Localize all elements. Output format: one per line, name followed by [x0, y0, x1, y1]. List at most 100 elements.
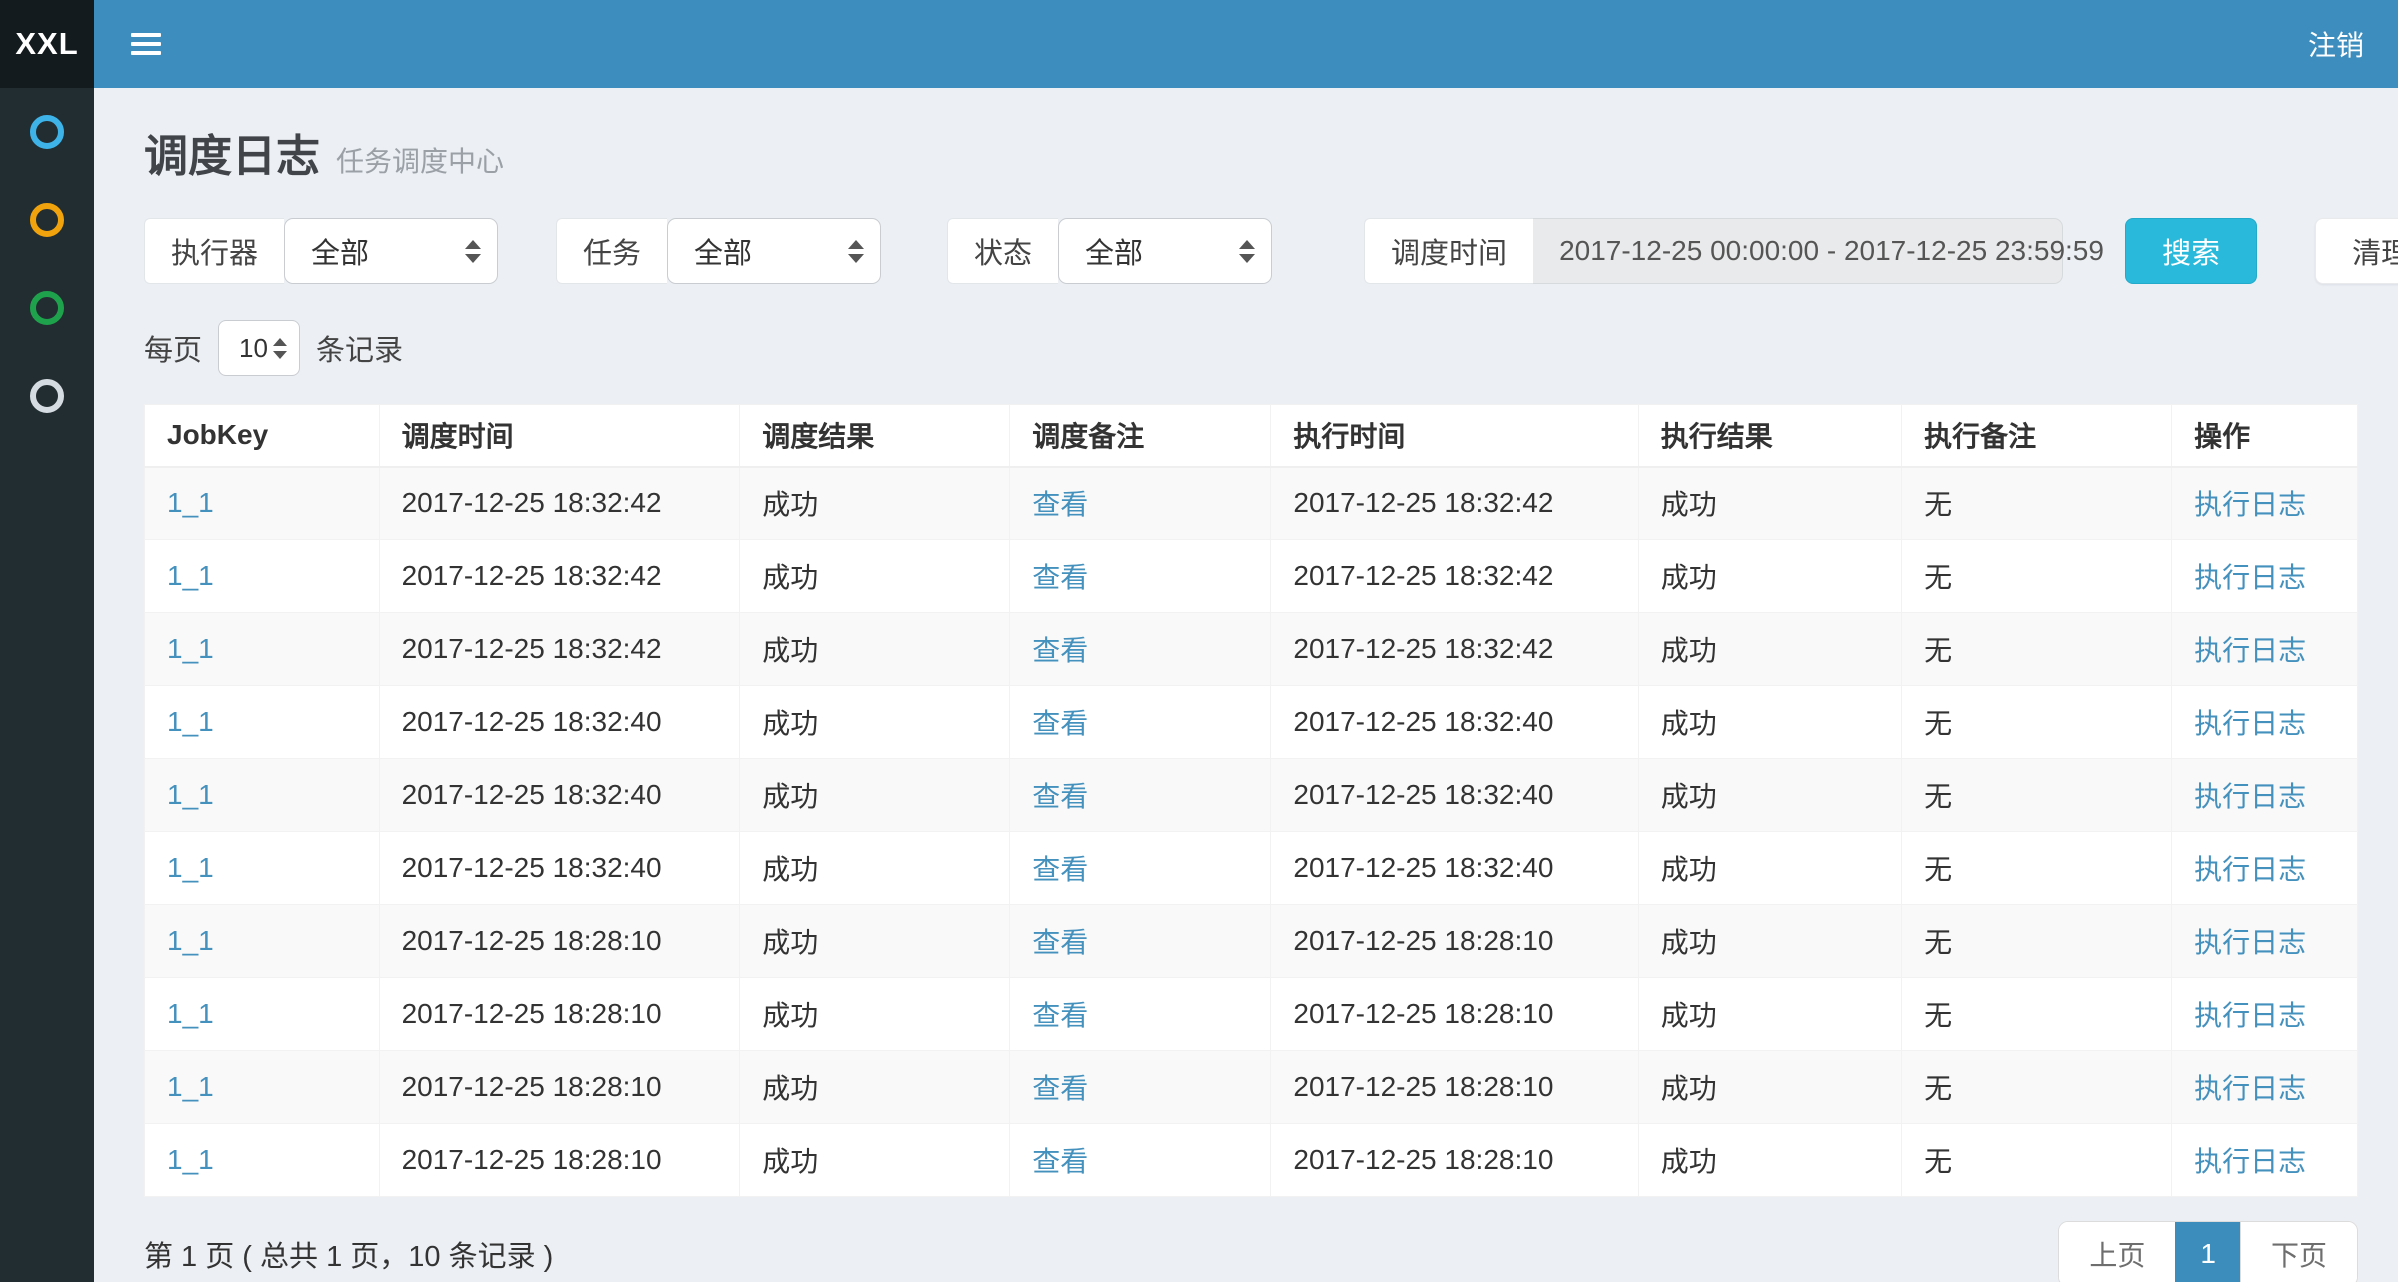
jobkey-link[interactable]: 1_1	[167, 560, 214, 591]
handle-msg-cell: 无	[1902, 832, 2172, 905]
table-cell: 执行日志	[2172, 832, 2358, 905]
table-cell: 执行日志	[2172, 759, 2358, 832]
handle-result-cell: 成功	[1638, 1124, 1901, 1197]
exec-log-link[interactable]: 执行日志	[2194, 635, 2306, 666]
table-cell: 1_1	[145, 759, 380, 832]
sidebar-item-2[interactable]	[0, 176, 94, 264]
sidebar-item-4[interactable]	[0, 352, 94, 440]
trigger-result-cell: 成功	[740, 978, 1010, 1051]
dropdown-arrows-icon	[1239, 240, 1255, 263]
trigger-msg-link[interactable]: 查看	[1032, 635, 1088, 666]
clear-button[interactable]: 清理	[2315, 218, 2398, 284]
table-header-row: JobKey 调度时间 调度结果 调度备注 执行时间 执行结果 执行备注 操作	[145, 405, 2358, 467]
handle-msg-cell: 无	[1902, 759, 2172, 832]
col-handle-msg: 执行备注	[1902, 405, 2172, 467]
trigger-time-cell: 2017-12-25 18:32:42	[379, 540, 740, 613]
table-row: 1_12017-12-25 18:32:40成功查看2017-12-25 18:…	[145, 686, 2358, 759]
handle-time-cell: 2017-12-25 18:32:42	[1271, 540, 1638, 613]
executor-filter-value: 全部	[311, 230, 369, 272]
exec-log-link[interactable]: 执行日志	[2194, 562, 2306, 593]
jobkey-link[interactable]: 1_1	[167, 633, 214, 664]
page-subtitle: 任务调度中心	[336, 140, 504, 180]
col-trigger-result: 调度结果	[740, 405, 1010, 467]
trigger-time-cell: 2017-12-25 18:28:10	[379, 1051, 740, 1124]
table-cell: 执行日志	[2172, 1124, 2358, 1197]
exec-log-link[interactable]: 执行日志	[2194, 1000, 2306, 1031]
job-filter-label: 任务	[556, 218, 667, 284]
search-button[interactable]: 搜索	[2125, 218, 2257, 284]
sidebar-toggle-button[interactable]	[120, 18, 172, 70]
table-cell: 查看	[1010, 613, 1271, 686]
trigger-msg-link[interactable]: 查看	[1032, 927, 1088, 958]
jobkey-link[interactable]: 1_1	[167, 1071, 214, 1102]
trigger-result-cell: 成功	[740, 467, 1010, 540]
trigger-time-range-input[interactable]: 2017-12-25 00:00:00 - 2017-12-25 23:59:5…	[1533, 218, 2063, 284]
exec-log-link[interactable]: 执行日志	[2194, 489, 2306, 520]
handle-time-cell: 2017-12-25 18:32:40	[1271, 832, 1638, 905]
circle-icon	[30, 203, 64, 237]
executor-filter-select[interactable]: 全部	[284, 218, 498, 284]
dropdown-arrows-icon	[465, 240, 481, 263]
trigger-msg-link[interactable]: 查看	[1032, 1146, 1088, 1177]
logout-link[interactable]: 注销	[2308, 24, 2398, 64]
page-1-button[interactable]: 1	[2175, 1222, 2240, 1282]
trigger-result-cell: 成功	[740, 540, 1010, 613]
trigger-msg-link[interactable]: 查看	[1032, 781, 1088, 812]
jobkey-link[interactable]: 1_1	[167, 706, 214, 737]
exec-log-link[interactable]: 执行日志	[2194, 1073, 2306, 1104]
exec-log-link[interactable]: 执行日志	[2194, 854, 2306, 885]
col-handle-result: 执行结果	[1638, 405, 1901, 467]
dropdown-arrows-icon	[848, 240, 864, 263]
handle-msg-cell: 无	[1902, 686, 2172, 759]
jobkey-link[interactable]: 1_1	[167, 925, 214, 956]
table-cell: 执行日志	[2172, 613, 2358, 686]
table-cell: 1_1	[145, 686, 380, 759]
trigger-result-cell: 成功	[740, 905, 1010, 978]
table-cell: 查看	[1010, 1051, 1271, 1124]
exec-log-link[interactable]: 执行日志	[2194, 1146, 2306, 1177]
job-filter-value: 全部	[694, 230, 752, 272]
trigger-msg-link[interactable]: 查看	[1032, 562, 1088, 593]
sidebar-item-3[interactable]	[0, 264, 94, 352]
filter-toolbar: 执行器 全部 任务 全部 状态 全部 调度时间 2017-12-25 00:00…	[144, 218, 2358, 284]
trigger-msg-link[interactable]: 查看	[1032, 854, 1088, 885]
status-filter-select[interactable]: 全部	[1058, 218, 1272, 284]
jobkey-link[interactable]: 1_1	[167, 779, 214, 810]
jobkey-link[interactable]: 1_1	[167, 1144, 214, 1175]
exec-log-link[interactable]: 执行日志	[2194, 708, 2306, 739]
handle-result-cell: 成功	[1638, 832, 1901, 905]
handle-msg-cell: 无	[1902, 467, 2172, 540]
table-cell: 1_1	[145, 467, 380, 540]
job-filter-select[interactable]: 全部	[667, 218, 881, 284]
handle-time-cell: 2017-12-25 18:28:10	[1271, 978, 1638, 1051]
col-trigger-msg: 调度备注	[1010, 405, 1271, 467]
handle-result-cell: 成功	[1638, 613, 1901, 686]
trigger-msg-link[interactable]: 查看	[1032, 489, 1088, 520]
table-cell: 1_1	[145, 613, 380, 686]
circle-icon	[30, 379, 64, 413]
table-cell: 执行日志	[2172, 467, 2358, 540]
sidebar-item-1[interactable]	[0, 88, 94, 176]
handle-result-cell: 成功	[1638, 978, 1901, 1051]
exec-log-link[interactable]: 执行日志	[2194, 781, 2306, 812]
trigger-time-cell: 2017-12-25 18:32:40	[379, 759, 740, 832]
trigger-msg-link[interactable]: 查看	[1032, 708, 1088, 739]
jobkey-link[interactable]: 1_1	[167, 852, 214, 883]
trigger-msg-link[interactable]: 查看	[1032, 1000, 1088, 1031]
circle-icon	[30, 291, 64, 325]
exec-log-link[interactable]: 执行日志	[2194, 927, 2306, 958]
trigger-msg-link[interactable]: 查看	[1032, 1073, 1088, 1104]
page-size-select[interactable]: 10	[218, 320, 300, 376]
app-logo[interactable]: XXL	[0, 0, 94, 88]
trigger-time-cell: 2017-12-25 18:32:40	[379, 832, 740, 905]
page-size-value: 10	[239, 333, 268, 364]
table-row: 1_12017-12-25 18:32:40成功查看2017-12-25 18:…	[145, 832, 2358, 905]
prev-page-button[interactable]: 上页	[2059, 1222, 2175, 1282]
handle-time-cell: 2017-12-25 18:32:42	[1271, 613, 1638, 686]
handle-msg-cell: 无	[1902, 540, 2172, 613]
jobkey-link[interactable]: 1_1	[167, 487, 214, 518]
jobkey-link[interactable]: 1_1	[167, 998, 214, 1029]
status-filter-group: 状态 全部	[947, 218, 1272, 284]
handle-result-cell: 成功	[1638, 467, 1901, 540]
next-page-button[interactable]: 下页	[2240, 1222, 2357, 1282]
